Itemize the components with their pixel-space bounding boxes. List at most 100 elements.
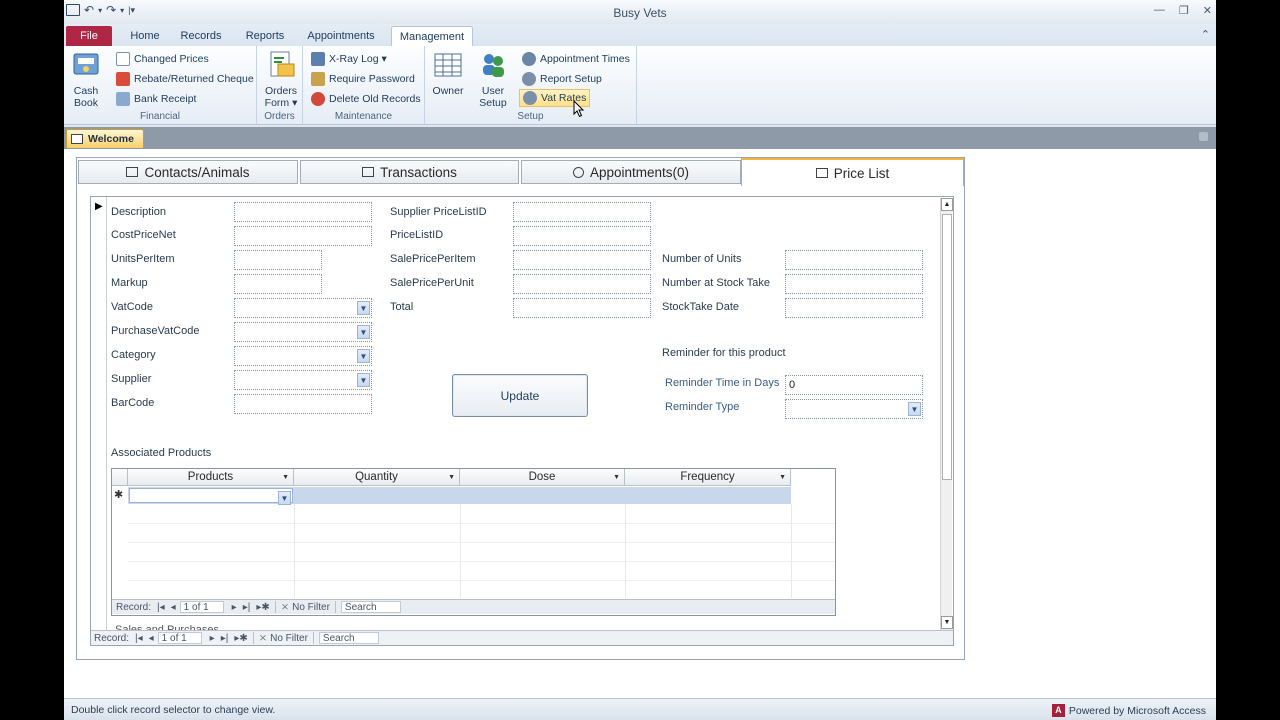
number-at-stock-take-field[interactable] <box>785 274 923 294</box>
purchase-vat-code-combo[interactable]: ▼ <box>234 322 372 342</box>
chevron-down-icon[interactable]: ▼ <box>908 402 921 416</box>
column-header-quantity[interactable]: Quantity ▼ <box>294 469 460 486</box>
status-bar: Double click record selector to change v… <box>64 698 1216 720</box>
rebate-button[interactable]: Rebate/Returned Cheque <box>116 70 254 88</box>
changed-prices-button[interactable]: Changed Prices <box>116 50 209 68</box>
powered-by: A Powered by Microsoft Access <box>1051 704 1206 717</box>
units-per-item-field[interactable] <box>234 250 322 270</box>
mainnav-search[interactable]: Search <box>318 632 379 644</box>
mainnav-filter[interactable]: No Filter <box>270 633 308 644</box>
tab-file[interactable]: File <box>66 26 112 46</box>
subnav-filter[interactable]: No Filter <box>292 602 330 613</box>
sale-price-per-unit-field[interactable] <box>513 274 651 294</box>
barcode-field[interactable] <box>234 394 372 414</box>
chevron-down-icon[interactable]: ▼ <box>357 373 370 387</box>
close-window-icon[interactable]: ✕ <box>1203 4 1212 17</box>
column-header-products[interactable]: Products ▼ <box>128 469 294 486</box>
scroll-down-icon[interactable]: ▼ <box>941 616 953 629</box>
column-quantity-label: Quantity <box>355 471 398 483</box>
pricelist-id-field[interactable] <box>513 226 651 246</box>
require-password-button[interactable]: Require Password <box>311 70 415 88</box>
report-setup-button[interactable]: Report Setup <box>522 70 602 88</box>
chevron-down-icon[interactable]: ▼ <box>779 469 786 486</box>
owner-button[interactable]: Owner <box>429 50 467 97</box>
select-all-corner[interactable] <box>112 469 128 486</box>
filter-icon[interactable]: ⨯ <box>259 633 267 644</box>
tab-transactions[interactable]: Transactions <box>300 160 519 184</box>
doc-tab-welcome[interactable]: Welcome <box>66 129 144 148</box>
chevron-down-icon[interactable]: ▼ <box>357 349 370 363</box>
ribbon: Cash Book Changed Prices Rebate/Returned… <box>64 46 1216 125</box>
filter-icon[interactable]: ⨯ <box>281 602 289 613</box>
chevron-down-icon[interactable]: ▼ <box>357 301 370 315</box>
xray-log-button[interactable]: X-Ray Log ▾ <box>311 50 387 68</box>
orders-form-button[interactable]: Orders Form ▾ <box>264 50 298 109</box>
last-record-icon[interactable]: ▸| <box>221 633 229 644</box>
stocktake-date-field[interactable] <box>785 298 923 318</box>
subnav-search[interactable]: Search <box>340 601 401 613</box>
restore-icon[interactable]: ❐ <box>1179 4 1189 17</box>
tab-appointments-form[interactable]: Appointments(0) <box>521 160 741 184</box>
number-of-units-field[interactable] <box>785 250 923 270</box>
xray-log-icon <box>311 52 325 66</box>
tab-records[interactable]: Records <box>176 26 226 46</box>
supplier-combo[interactable]: ▼ <box>234 370 372 390</box>
vat-code-combo[interactable]: ▼ <box>234 298 372 318</box>
ribbon-minimize-icon[interactable]: ⌃ <box>1201 28 1210 41</box>
products-combo[interactable]: ▼ <box>129 488 293 505</box>
label-supplier-pricelist-id: Supplier PriceListID <box>390 206 487 218</box>
markup-field[interactable] <box>234 274 322 294</box>
tab-home[interactable]: Home <box>122 26 168 46</box>
column-header-dose[interactable]: Dose ▼ <box>460 469 625 486</box>
previous-record-icon[interactable]: ◂ <box>171 602 176 613</box>
subnav-position-box[interactable]: 1 of 1 <box>179 601 224 613</box>
cash-book-button[interactable]: Cash Book <box>68 50 104 109</box>
column-dose-label: Dose <box>528 471 556 483</box>
record-selector[interactable]: ▶ <box>91 197 107 644</box>
chevron-down-icon[interactable]: ▼ <box>448 469 455 486</box>
vertical-scrollbar[interactable]: ▲ ▼ <box>940 198 953 630</box>
tab-management[interactable]: Management <box>391 26 473 46</box>
close-document-icon[interactable] <box>1199 132 1208 141</box>
previous-record-icon[interactable]: ◂ <box>149 633 154 644</box>
tab-contacts-animals[interactable]: Contacts/Animals <box>78 160 298 184</box>
update-button[interactable]: Update <box>452 374 588 417</box>
bank-receipt-button[interactable]: Bank Receipt <box>116 90 196 108</box>
tab-price-list[interactable]: Price List <box>741 158 964 186</box>
chevron-down-icon[interactable]: ▼ <box>613 469 620 486</box>
rebate-label: Rebate/Returned Cheque <box>134 73 254 85</box>
label-stocktake-date: StockTake Date <box>662 301 740 313</box>
first-record-icon[interactable]: |◂ <box>157 602 165 613</box>
sale-price-per-item-field[interactable] <box>513 250 651 270</box>
reminder-type-combo[interactable]: ▼ <box>785 399 923 419</box>
supplier-pricelist-id-field[interactable] <box>513 202 651 222</box>
label-pricelist-id: PriceListID <box>390 229 444 241</box>
cost-price-net-field[interactable] <box>234 226 372 246</box>
scroll-up-icon[interactable]: ▲ <box>941 198 953 211</box>
scroll-thumb[interactable] <box>942 214 952 480</box>
new-record-icon[interactable]: ▸✱ <box>256 602 269 613</box>
tab-reports[interactable]: Reports <box>240 26 290 46</box>
label-reminder-type: Reminder Type <box>665 401 740 413</box>
total-field[interactable] <box>513 298 651 318</box>
chevron-down-icon[interactable]: ▼ <box>282 469 289 486</box>
changed-prices-icon <box>116 52 130 66</box>
tab-appointments[interactable]: Appointments <box>304 26 378 46</box>
chevron-down-icon[interactable]: ▼ <box>278 491 291 505</box>
label-cost-price-net: CostPriceNet <box>111 229 176 241</box>
column-header-frequency[interactable]: Frequency ▼ <box>625 469 791 486</box>
description-field[interactable] <box>234 202 372 222</box>
user-setup-button[interactable]: User Setup <box>475 50 511 109</box>
delete-old-records-button[interactable]: Delete Old Records <box>311 90 421 108</box>
next-record-icon[interactable]: ▸ <box>232 602 237 613</box>
category-combo[interactable]: ▼ <box>234 346 372 366</box>
reminder-time-field[interactable]: 0 <box>785 375 923 395</box>
first-record-icon[interactable]: |◂ <box>135 633 143 644</box>
next-record-icon[interactable]: ▸ <box>210 633 215 644</box>
new-record-icon[interactable]: ▸✱ <box>234 633 247 644</box>
chevron-down-icon[interactable]: ▼ <box>357 325 370 339</box>
minimize-icon[interactable]: — <box>1154 4 1165 17</box>
last-record-icon[interactable]: ▸| <box>243 602 251 613</box>
appointment-times-button[interactable]: Appointment Times <box>522 50 630 68</box>
mainnav-position-box[interactable]: 1 of 1 <box>157 632 202 644</box>
